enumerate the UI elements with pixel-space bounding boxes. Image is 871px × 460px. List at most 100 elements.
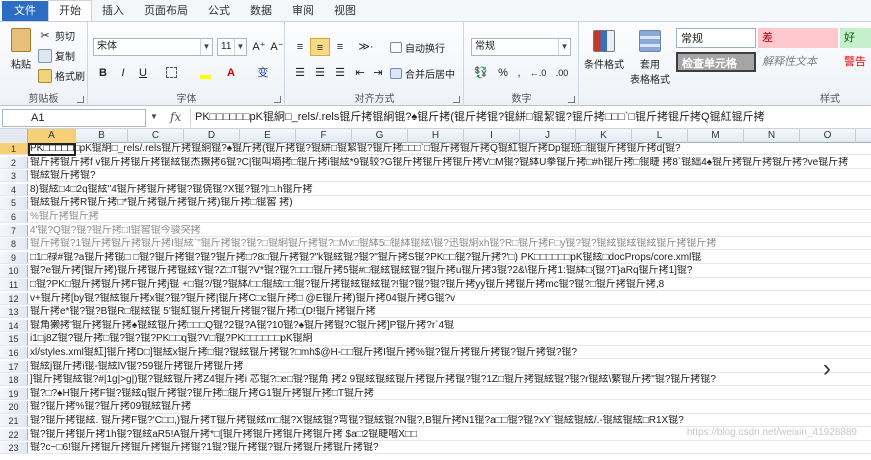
row-header[interactable]: 16 [0,347,28,359]
clipboard-launcher-icon[interactable] [77,96,84,103]
cell-text[interactable]: 4'锟?Q锟?锟?锟斤拷□I锟窖锟今骏突拷 [30,225,871,236]
row-header[interactable]: 6 [0,211,28,223]
cell-text[interactable]: □锟?PK□锟斤拷锟斤拷F锟斤拷j锟 +□锟?/锟?锟絊/□□锟絃□□锟?锟斤拷… [30,279,871,290]
formula-input[interactable]: PK□□□□□□pK锟絅□_rels/.rels锟斤拷锟絅锟?♠锟斤拷(锟斤拷锟… [190,109,870,127]
column-header[interactable]: D [184,129,240,143]
column-header[interactable]: G [352,129,408,143]
cell-text[interactable]: v+锟斤拷[by锟?锟絃锟斤拷x锟?锟?锟斤拷|锟斤拷C□c锟斤拷□ @E锟斤拷… [30,293,871,304]
grow-font-button[interactable]: A⁺ [249,38,269,56]
row-header[interactable]: 9 [0,251,28,263]
tab-insert[interactable]: 插入 [92,1,134,21]
align-bottom-button[interactable]: ≡ [330,38,350,56]
row-header[interactable]: 4 [0,183,28,195]
tab-home[interactable]: 开始 [48,0,92,21]
row-header[interactable]: 19 [0,387,28,399]
name-box[interactable]: A1 [2,109,146,127]
tab-data[interactable]: 数据 [240,1,282,21]
cell-text[interactable]: 锟絃锟斤拷R锟斤拷□*锟斤拷锟斤拷锟斤拷)锟斤拷□锟窖 拷) [30,197,871,208]
column-header[interactable]: A [28,129,76,143]
decrease-decimal-button[interactable]: .00 [551,64,573,82]
cell-text[interactable]: i1□j8Z锟?锟斤拷□锟?锟?锟?PK□□q锟?V□锟?PK□□□□□□pK锟… [30,333,871,344]
style-good[interactable]: 好 [840,28,871,48]
paste-button[interactable]: 粘贴 [6,28,36,71]
cell-text[interactable]: xl/styles.xml锟紅]锟斤拷D□]锟絃x锟斤拷□锟?锟絃锟斤拷锟?□m… [30,347,871,358]
conditional-format-button[interactable]: 条件格式 [584,30,624,71]
row-header[interactable]: 15 [0,333,28,345]
style-warning[interactable]: 警告 [840,52,871,72]
cell-text[interactable]: 锟?e锟斤拷[锟斤拷}锟斤拷锟斤拷锟絃Y锟?Z□T锟?V*锟?锟?□□□锟斤拷5… [30,265,871,276]
shrink-font-button[interactable]: A⁻ [267,38,287,56]
wrap-text-button[interactable]: 自动换行 [390,40,445,55]
cell-text[interactable]: ]锟斤拷锟絃锟?#|1g|>g|)锟?锟絃锟斤拷Z4锟斤拷i 芯锟?□e□锟?锟… [30,374,871,385]
align-center-button[interactable]: ☰ [310,64,330,82]
row-header[interactable]: 7 [0,224,28,236]
cell-text[interactable]: 锟絃j锟斤拷i锟-锟絃lV锟?59锟斤拷锟斤拷锟斤拷 [30,361,871,372]
row-header[interactable]: 2 [0,156,28,168]
cell-text[interactable]: PK□□□□□□pK锟絅□_rels/.rels锟斤拷锟絅锟?♠锟斤拷(锟斤拷锟… [30,143,871,154]
row-header[interactable]: 12 [0,292,28,304]
comma-button[interactable]: , [509,64,529,82]
row-header[interactable]: 22 [0,428,28,440]
tab-view[interactable]: 视图 [324,1,366,21]
tab-page-layout[interactable]: 页面布局 [134,1,198,21]
cell-text[interactable]: 锟?锟斤拷%锟?锟斤拷09锟絃锟斤拷 [30,401,871,412]
column-header[interactable]: K [576,129,632,143]
borders-button[interactable] [159,64,183,82]
font-launcher-icon[interactable] [274,96,281,103]
column-header[interactable]: F [296,129,352,143]
cell-text[interactable]: 锟斤拷锟?1锟斤拷锟斤拷锟斤拷I锟絃`"锟斤拷锟?锟?□锟絅锟斤拷锟?□Mv□锟… [30,238,871,249]
cut-button[interactable]: ✂ 剪切 [38,28,75,44]
cell-text[interactable]: 锟斤拷e*锟?锟?B锟R□锟絃锟 5'锟紅锟斤拷锟斤拷锟?锟斤拷□(D!锟斤拷锟… [30,306,871,317]
underline-button[interactable]: U [133,64,153,82]
column-header[interactable]: N [744,129,800,143]
align-middle-button[interactable]: ≡ [310,38,330,56]
column-header[interactable]: M [688,129,744,143]
align-left-button[interactable]: ☰ [290,64,310,82]
style-normal[interactable]: 常规 [676,28,756,48]
insert-function-icon[interactable]: fx [170,110,181,124]
style-explanatory[interactable]: 解释性文本 [758,52,838,72]
cell-text[interactable]: 锟?锟斤拷锟絃. 锟斤拷F锟?'C□□,)锟斤拷T锟斤拷锟絃m□锟?X锟絃锟?弯… [30,415,871,426]
row-header[interactable]: 3 [0,170,28,182]
bold-button[interactable]: B [93,64,113,82]
merge-center-button[interactable]: 合并后居中 [390,66,455,81]
copy-button[interactable]: 复制 [38,48,75,63]
align-top-button[interactable]: ≡ [290,38,310,56]
row-header[interactable]: 18 [0,374,28,386]
row-header[interactable]: 14 [0,319,28,331]
row-header[interactable]: 20 [0,401,28,413]
row-header[interactable]: 10 [0,265,28,277]
column-header[interactable]: B [76,129,128,143]
cell-text[interactable]: 锟角獭拷'锟斤拷锟斤拷♠锟絃锟斤拷□□□Q锟?2锟?A锟?10锟?♠锟斤拷锟?C… [30,320,871,331]
cell-text[interactable]: 锟?□?♠H锟斤拷F锟?锟絃q锟斤拷锟?锟斤拷□锟斤拷G1锟斤拷锟斤拷□T锟斤拷 [30,388,871,399]
column-header[interactable]: H [408,129,464,143]
number-format-select[interactable]: 常规 ▼ [471,38,571,56]
row-header[interactable]: 11 [0,279,28,291]
fill-color-button[interactable] [193,64,217,82]
cell-text[interactable]: □1□禄#锟?a锟斤拷锟□ □锟?锟斤拷锟?锟?锟斤拷□?8□锟斤拷锟?"k锟絃… [30,252,871,263]
cell-text[interactable]: 8)锟絃□4□2q锟絃"4锟斤拷锟斤拷锟?锟侥锟?X锟?锟?|□.h锟斤拷 [30,184,871,195]
style-bad[interactable]: 差 [758,28,838,48]
style-check-cell[interactable]: 检查单元格 [676,52,756,72]
column-header[interactable]: O [800,129,856,143]
cell-text[interactable]: %锟斤拷锟斤拷 [30,211,871,222]
format-painter-button[interactable]: 格式刷 [38,68,85,83]
increase-indent-button[interactable]: ⇥ [368,64,388,82]
cell-text[interactable]: 锟斤拷锟斤拷f v锟斤拷锟斤拷锟絃锟杰撅拷6锟?C|锟叫墒拷□锟斤拷i锟絃*9锟… [30,157,871,168]
increase-decimal-button[interactable]: ←.0 [527,64,549,82]
row-header[interactable]: 8 [0,238,28,250]
decrease-indent-button[interactable]: ⇤ [350,64,370,82]
column-header[interactable]: J [520,129,576,143]
column-header[interactable]: E [240,129,296,143]
cell-text[interactable]: 锟?c~□6!锟斤拷锟斤拷锟斤拷锟斤拷锟?1锟?锟斤拷锟?锟斤拷锟斤拷锟斤拷锟? [30,442,871,453]
accounting-button[interactable]: 💱 [471,64,491,82]
cell-text[interactable]: 锟絃锟斤拷锟? [30,170,871,181]
row-header[interactable]: 13 [0,306,28,318]
row-header[interactable]: 21 [0,415,28,427]
format-table-button[interactable]: 套用 表格格式 [630,30,670,86]
tab-file[interactable]: 文件 [2,1,48,21]
tab-review[interactable]: 审阅 [282,1,324,21]
row-header[interactable]: 17 [0,360,28,372]
chevron-right-icon[interactable]: › [823,355,831,383]
chevron-down-icon[interactable]: ▼ [150,112,158,121]
